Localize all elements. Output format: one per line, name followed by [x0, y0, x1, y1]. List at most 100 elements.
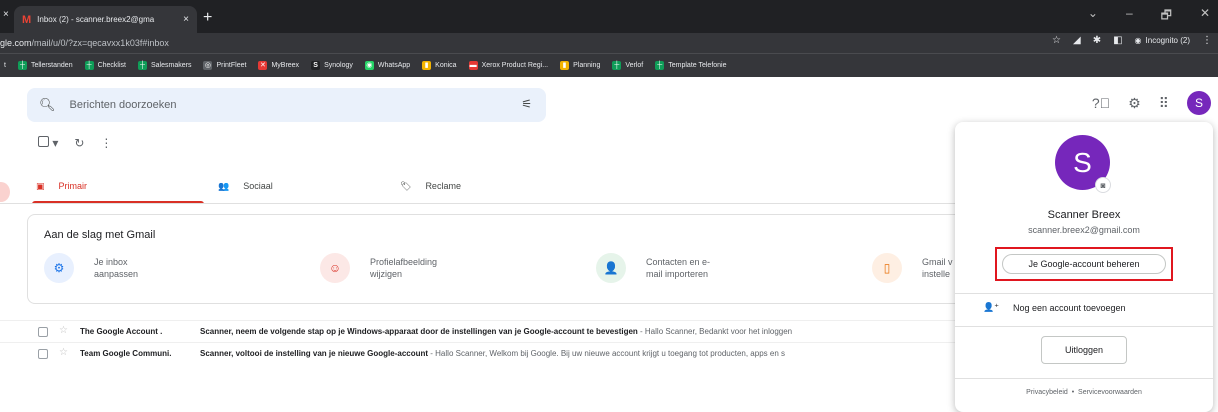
- tab-social[interactable]: 👥 Sociaal: [218, 168, 273, 204]
- refresh-icon[interactable]: ↻: [74, 136, 84, 150]
- divider: [955, 378, 1213, 379]
- tab-search-icon[interactable]: ⌄: [1088, 6, 1098, 27]
- gs-item-line1: Contacten en e-: [646, 257, 711, 267]
- close-left-tab-icon[interactable]: ×: [3, 9, 9, 20]
- sidepanel-icon[interactable]: ◧: [1113, 35, 1122, 46]
- profile-icon: ☺: [320, 253, 350, 283]
- bookmark-item[interactable]: ✕ MyBreex: [258, 61, 299, 70]
- terms-link[interactable]: Servicevoorwaarden: [1078, 389, 1142, 396]
- search-bar[interactable]: 🔍︎ Berichten doorzoeken ⚟: [27, 88, 546, 122]
- more-options-icon[interactable]: ⋮: [100, 136, 112, 150]
- phone-icon: ▯: [872, 253, 902, 283]
- gmail-favicon-icon: M: [22, 13, 32, 26]
- email-subject-line: Scanner, neem de volgende stap op je Win…: [200, 327, 792, 336]
- apps-grid-icon[interactable]: ⠿: [1159, 95, 1169, 112]
- bookmark-item[interactable]: ▬ Xerox Product Regi...: [468, 61, 549, 70]
- email-snippet: - Hallo Scanner, Bedankt voor het inlogg…: [637, 327, 793, 336]
- close-window-button[interactable]: ✕: [1200, 6, 1210, 27]
- customize-inbox-item[interactable]: ⚙ Je inbox aanpassen: [44, 253, 138, 283]
- tabs-divider: [0, 203, 965, 204]
- privacy-link[interactable]: Privacybeleid: [1026, 389, 1068, 396]
- select-all-checkbox[interactable]: ▾: [38, 136, 58, 150]
- bookmark-item[interactable]: ▮ Konica: [422, 61, 457, 70]
- bookmark-label: Verlof: [625, 62, 644, 69]
- account-popup: S ◙ Scanner Breex scanner.breex2@gmail.c…: [955, 122, 1213, 412]
- bookmark-item[interactable]: ┼ Checklist: [84, 61, 126, 70]
- tag-icon: 🏷: [400, 180, 412, 191]
- bookmark-item[interactable]: ◉ WhatsApp: [364, 61, 410, 70]
- tab-primary[interactable]: ▣ Primair: [32, 168, 204, 204]
- star-icon[interactable]: ☆: [59, 325, 68, 336]
- gs-item-line1: Profielafbeelding: [370, 257, 438, 267]
- bookmark-label: Planning: [573, 62, 601, 69]
- bookmark-label: MyBreex: [271, 62, 300, 69]
- close-tab-icon[interactable]: ×: [183, 14, 189, 25]
- extension-icon[interactable]: ◢: [1073, 35, 1081, 46]
- table-row[interactable]: ☆ Team Google Communi. Scanner, voltooi …: [0, 342, 965, 364]
- bookmark-item[interactable]: ▮ Planning: [560, 61, 600, 70]
- email-subject-line: Scanner, voltooi de instelling van je ni…: [200, 349, 785, 358]
- window-controls: ⌄ – 🗗 ✕: [1088, 6, 1210, 27]
- bookmark-item[interactable]: ┼ Template Telefonie: [655, 61, 727, 70]
- bookmark-edge-icon: t: [4, 62, 6, 69]
- bookmark-favicon-icon: S: [311, 61, 321, 70]
- bookmark-item[interactable]: ◎ PrintFleet: [203, 61, 246, 70]
- minimize-button[interactable]: –: [1126, 6, 1133, 27]
- browser-tab-inbox[interactable]: M Inbox (2) - scanner.breex2@gma ×: [14, 6, 197, 33]
- search-options-icon[interactable]: ⚟: [521, 97, 532, 111]
- bookmark-item[interactable]: ┼ Verlof: [612, 61, 643, 70]
- tab-primary-label: Primair: [58, 181, 88, 191]
- bookmark-label: Checklist: [97, 62, 126, 69]
- address-bar[interactable]: gle.com/mail/u/0/?zx=qecavxx1k03f#inbox: [0, 33, 1218, 53]
- incognito-indicator[interactable]: ◉ Incognito (2): [1135, 36, 1190, 45]
- camera-icon[interactable]: ◙: [1095, 177, 1111, 193]
- tab-promotions[interactable]: 🏷 Reclame: [400, 168, 461, 204]
- new-tab-button[interactable]: +: [203, 9, 212, 27]
- account-avatar-button[interactable]: S: [1187, 91, 1211, 115]
- bookmark-label: Xerox Product Regi...: [481, 62, 549, 69]
- bookmark-item[interactable]: ┼ Salesmakers: [138, 61, 191, 70]
- logout-button[interactable]: Uitloggen: [1041, 336, 1127, 364]
- row-checkbox[interactable]: [38, 349, 48, 359]
- inbox-tab-icon: ▣: [36, 180, 45, 191]
- gmail-mobile-item[interactable]: ▯ Gmail v instelle: [872, 253, 953, 283]
- import-contacts-item[interactable]: 👤 Contacten en e-mail importeren: [596, 253, 710, 283]
- incognito-icon: ◉: [1134, 36, 1142, 45]
- bookmark-favicon-icon: ┼: [17, 61, 27, 70]
- divider: [955, 293, 1213, 294]
- manage-account-button[interactable]: Je Google-account beheren: [1002, 254, 1166, 274]
- menu-kebab-icon[interactable]: ⋮: [1202, 35, 1212, 46]
- bookmark-item[interactable]: S Synology: [311, 61, 353, 70]
- header-icons: ?⃝ ⚙ ⠿ S: [1092, 91, 1211, 115]
- add-account-button[interactable]: 👤⁺ Nog een account toevoegen: [983, 302, 1126, 313]
- add-contact-icon: 👤: [596, 253, 626, 283]
- gs-item-line1: Je inbox: [94, 257, 128, 267]
- restore-button[interactable]: 🗗: [1161, 6, 1172, 27]
- search-icon[interactable]: 🔍︎: [39, 97, 56, 113]
- getting-started-card: Aan de slag met Gmail ⚙ Je inbox aanpasse…: [27, 214, 965, 304]
- email-subject: Scanner, neem de volgende stap op je Win…: [200, 327, 638, 336]
- tab-social-label: Sociaal: [243, 181, 273, 191]
- bookmark-favicon-icon: ▮: [560, 61, 570, 70]
- bookmark-favicon-icon: ✕: [258, 61, 268, 70]
- bookmark-favicon-icon: ▮: [422, 61, 432, 70]
- bookmark-star-icon[interactable]: ☆: [1052, 35, 1061, 46]
- help-icon[interactable]: ?⃝: [1092, 95, 1110, 111]
- table-row[interactable]: ☆ The Google Account . Scanner, neem de …: [0, 320, 965, 342]
- settings-gear-icon[interactable]: ⚙: [1128, 95, 1141, 112]
- bookmark-favicon-icon: ┼: [138, 61, 147, 70]
- email-subject: Scanner, voltooi de instelling van je ni…: [200, 349, 429, 358]
- profile-picture-item[interactable]: ☺ Profielafbeelding wijzigen: [320, 253, 437, 283]
- highlight-box: Je Google-account beheren: [995, 247, 1173, 281]
- row-checkbox[interactable]: [38, 327, 48, 337]
- bookmark-favicon-icon: ┼: [612, 61, 622, 70]
- people-icon: 👥: [218, 180, 230, 191]
- star-icon[interactable]: ☆: [59, 347, 68, 358]
- browser-titlebar: × M Inbox (2) - scanner.breex2@gma × + ⌄…: [0, 0, 1218, 33]
- search-input[interactable]: Berichten doorzoeken: [70, 99, 177, 111]
- gs-item-line1: Gmail v: [922, 257, 953, 267]
- bookmark-item[interactable]: ┼ Tellerstanden: [17, 61, 73, 70]
- bookmark-label: Konica: [435, 62, 457, 69]
- account-name: Scanner Breex: [1047, 209, 1121, 221]
- puzzle-icon[interactable]: ✱: [1093, 35, 1101, 46]
